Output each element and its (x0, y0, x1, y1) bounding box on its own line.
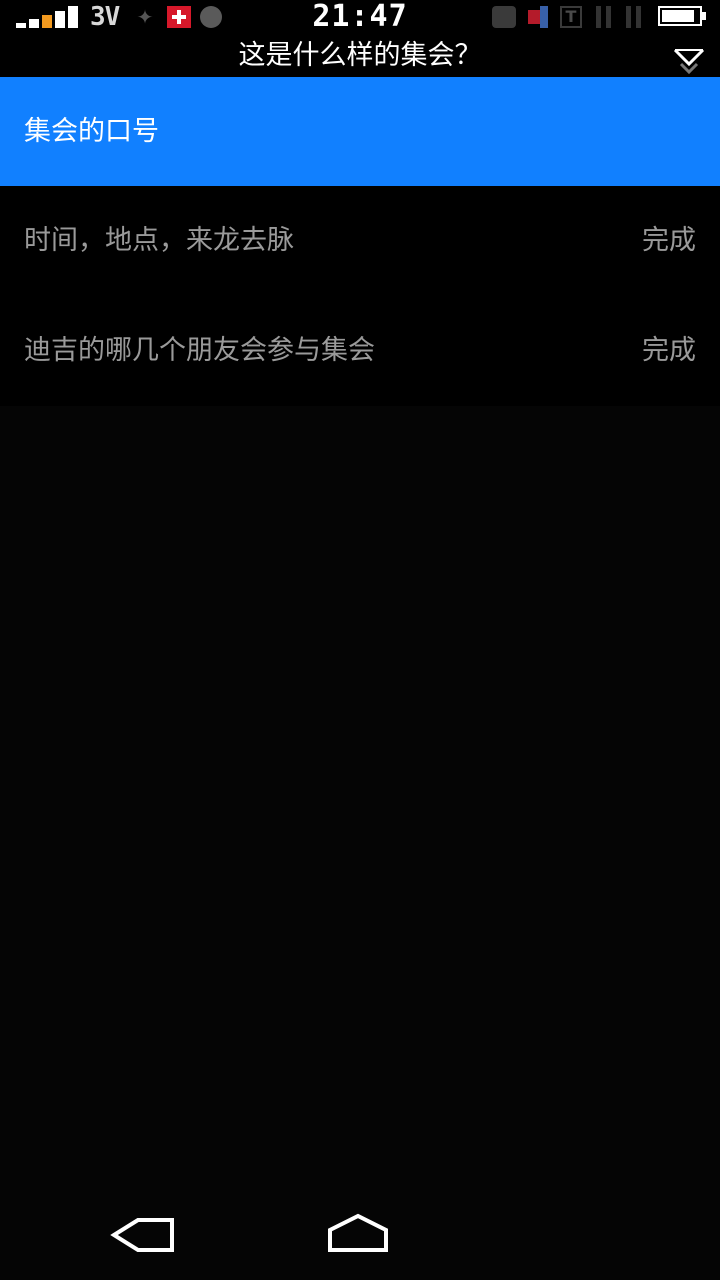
swiss-flag-icon (167, 6, 191, 28)
list-item-label: 集会的口号 (24, 116, 159, 147)
battery-icon (658, 6, 706, 26)
app-icon (492, 6, 516, 28)
battery-level (662, 10, 695, 22)
list-item[interactable]: 迪吉的哪几个朋友会参与集会 完成 (0, 296, 720, 406)
status-bar: 3V ✦ 21:47 T (0, 0, 720, 34)
signal-icon (16, 6, 78, 28)
bars-icon (626, 6, 642, 28)
list-item-label: 迪吉的哪几个朋友会参与集会 (24, 335, 375, 366)
home-icon[interactable] (318, 1212, 398, 1258)
chevron-down-icon[interactable] (672, 46, 706, 76)
flag-icon (528, 6, 550, 28)
back-icon[interactable] (102, 1212, 182, 1258)
status-badge: 完成 (642, 335, 696, 366)
network-type: 3V (90, 2, 120, 32)
list-item-active[interactable]: 集会的口号 (0, 77, 720, 186)
usb-icon: ✦ (136, 5, 154, 29)
bars-icon (596, 6, 612, 28)
page-title: 这是什么样的集会？ (238, 40, 482, 71)
t-icon: T (560, 6, 582, 28)
list-item-label: 时间，地点，来龙去脉 (24, 225, 294, 256)
pacman-icon (200, 6, 222, 28)
status-badge: 完成 (642, 225, 696, 256)
title-bar: 这是什么样的集会？ (0, 34, 720, 77)
clock: 21:47 (312, 0, 408, 34)
list-item[interactable]: 时间，地点，来龙去脉 完成 (0, 186, 720, 296)
nav-bar (0, 1190, 720, 1280)
